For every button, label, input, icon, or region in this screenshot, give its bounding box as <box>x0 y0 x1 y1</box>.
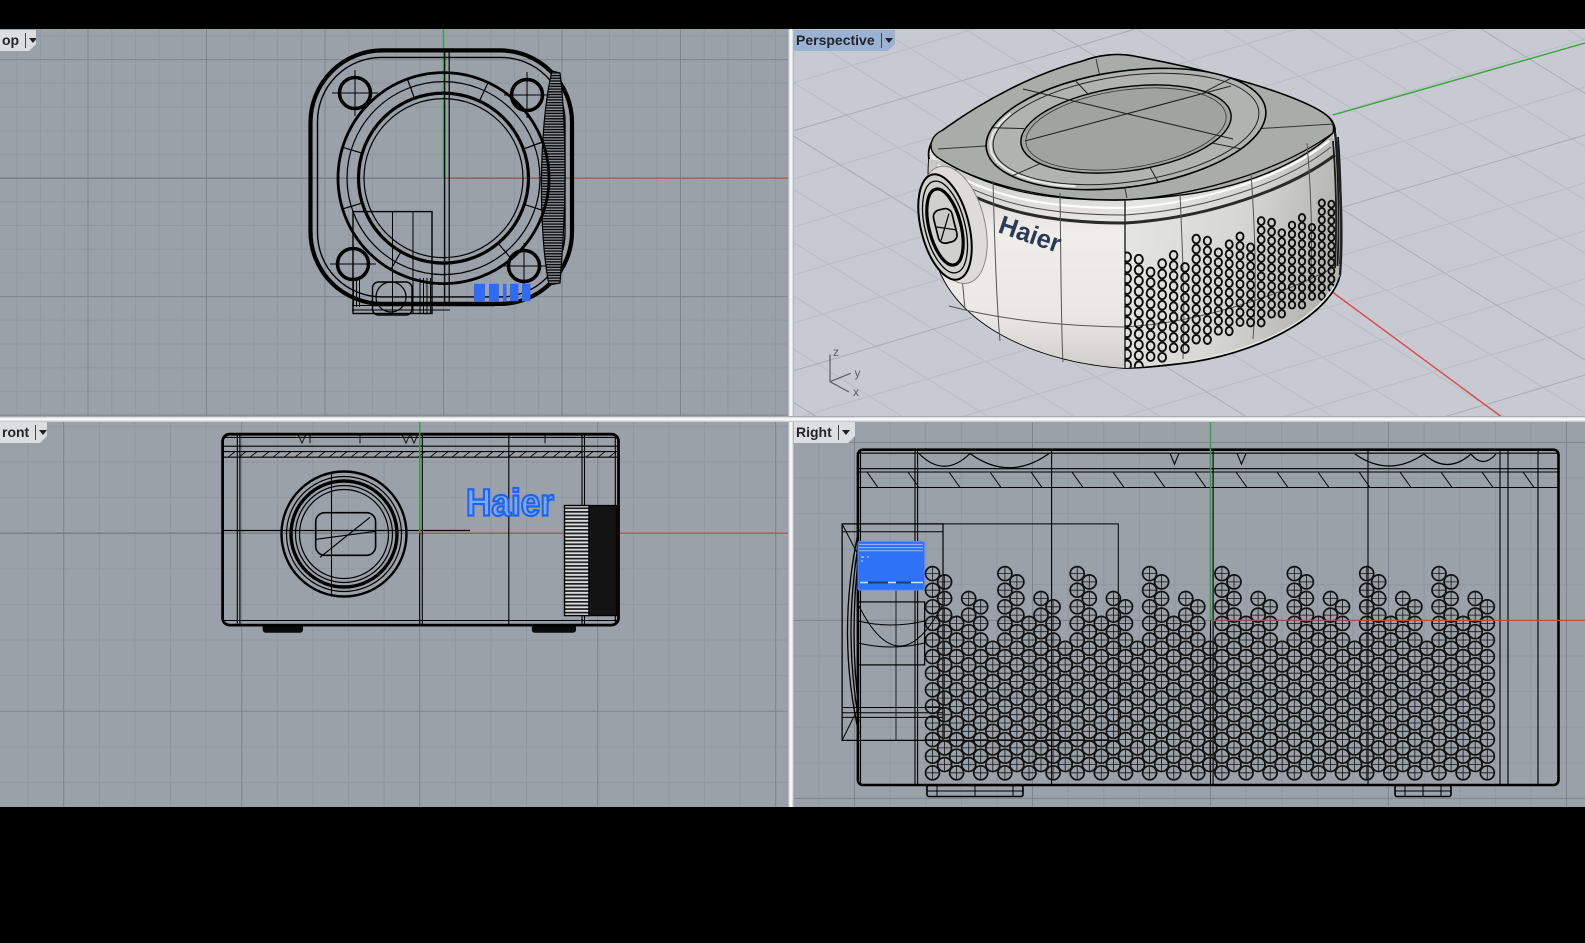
svg-text:Haier: Haier <box>466 483 554 525</box>
svg-text:x: x <box>853 385 859 399</box>
svg-text:y: y <box>855 366 861 380</box>
svg-text:z: z <box>833 345 839 359</box>
